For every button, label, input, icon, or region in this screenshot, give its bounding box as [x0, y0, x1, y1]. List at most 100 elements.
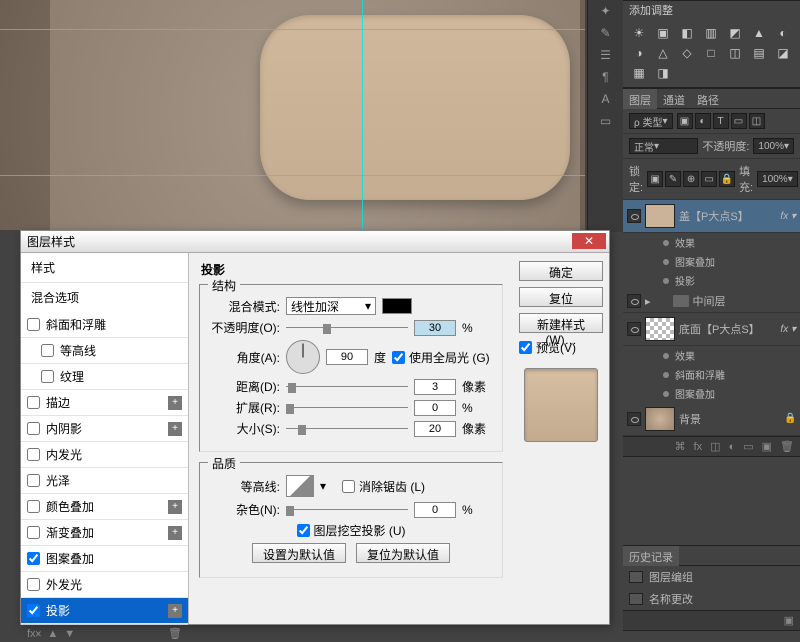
tool-icon[interactable]: ¶ [588, 66, 623, 88]
move-up-icon[interactable]: ▲ [47, 628, 58, 640]
disclosure-icon[interactable]: ▸ [645, 295, 651, 308]
ok-button[interactable]: 确定 [519, 261, 603, 281]
fx-badge[interactable]: fx ▾ [780, 211, 796, 222]
dialog-titlebar[interactable]: 图层样式 ✕ [21, 231, 609, 253]
adjustment-icon[interactable]: ◩ [725, 25, 745, 41]
group-icon[interactable]: ▭ [743, 440, 753, 453]
style-item-描边[interactable]: 描边+ [21, 390, 188, 416]
layer-group[interactable]: ▸中间层 [623, 290, 800, 313]
layer-thumbnail[interactable] [645, 407, 675, 431]
filter-kind-select[interactable]: ρ 类型 ▾ [629, 113, 673, 129]
blend-mode-select[interactable]: 线性加深▾ [286, 297, 376, 315]
tab-history[interactable]: 历史记录 [623, 546, 679, 566]
knockout-checkbox[interactable]: 图层挖空投影 (U) [297, 522, 406, 539]
lock-option-icon[interactable]: ✎ [665, 171, 681, 187]
tab-路径[interactable]: 路径 [691, 89, 725, 108]
fx-badge[interactable]: fx ▾ [780, 324, 796, 335]
adjustment-icon[interactable]: ◐ [773, 25, 793, 41]
shadow-color-swatch[interactable] [382, 298, 412, 314]
preview-checkbox[interactable]: 预览(V) [519, 339, 603, 356]
style-item-图案叠加[interactable]: 图案叠加 [21, 546, 188, 572]
adjustment-icon[interactable]: ◧ [677, 25, 697, 41]
tab-通道[interactable]: 通道 [657, 89, 691, 108]
mask-icon[interactable]: ◫ [710, 440, 720, 453]
visibility-toggle-icon[interactable] [627, 412, 641, 426]
add-instance-icon[interactable]: + [168, 604, 182, 618]
move-down-icon[interactable]: ▼ [64, 628, 75, 640]
noise-slider[interactable] [286, 504, 408, 516]
layer-thumbnail[interactable] [645, 204, 675, 228]
style-item-内阴影[interactable]: 内阴影+ [21, 416, 188, 442]
spread-slider[interactable] [286, 402, 408, 414]
adjustment-icon[interactable]: ◨ [653, 65, 673, 81]
fx-menu-icon[interactable]: fx᰽ [27, 625, 41, 642]
add-instance-icon[interactable]: + [168, 396, 182, 410]
history-item[interactable]: 名称更改 [623, 588, 800, 610]
opacity-slider[interactable] [286, 322, 408, 334]
visibility-toggle-icon[interactable] [627, 322, 641, 336]
layer-fill-input[interactable]: 100% ▾ [757, 171, 798, 187]
angle-input[interactable]: 90 [326, 349, 368, 365]
filter-kind-icon[interactable]: ▣ [677, 113, 693, 129]
adjustment-icon[interactable]: □ [701, 45, 721, 61]
add-instance-icon[interactable]: + [168, 526, 182, 540]
layer-row[interactable]: 盖【P大点S】fx ▾ [623, 200, 800, 233]
adjustment-icon[interactable]: ▥ [701, 25, 721, 41]
adjustment-layer-icon[interactable]: ◐ [729, 441, 736, 453]
layer-effect-item[interactable]: 斜面和浮雕 [623, 365, 800, 384]
filter-kind-icon[interactable]: ◫ [749, 113, 765, 129]
angle-wheel[interactable] [286, 340, 320, 374]
reset-default-button[interactable]: 复位为默认值 [356, 543, 450, 563]
visibility-toggle-icon[interactable] [627, 294, 641, 308]
adjustment-icon[interactable]: ▤ [749, 45, 769, 61]
style-item-外发光[interactable]: 外发光 [21, 572, 188, 598]
layer-row[interactable]: 底面【P大点S】fx ▾ [623, 313, 800, 346]
style-item-光泽[interactable]: 光泽 [21, 468, 188, 494]
tool-icon[interactable]: ✎ [588, 22, 623, 44]
style-item-内发光[interactable]: 内发光 [21, 442, 188, 468]
close-button[interactable]: ✕ [572, 233, 606, 249]
style-item-等高线[interactable]: 等高线 [21, 338, 188, 364]
filter-kind-icon[interactable]: T [713, 113, 729, 129]
add-instance-icon[interactable]: + [168, 422, 182, 436]
layer-effect-item[interactable]: 图案叠加 [623, 384, 800, 403]
history-icon[interactable]: ▣ [784, 614, 794, 627]
adjustment-icon[interactable]: ◑ [629, 45, 649, 61]
tool-icon[interactable]: A [588, 88, 623, 110]
style-item-纹理[interactable]: 纹理 [21, 364, 188, 390]
spread-input[interactable]: 0 [414, 400, 456, 416]
tab-图层[interactable]: 图层 [623, 89, 657, 109]
trash-icon[interactable]: 🗑 [780, 440, 794, 453]
filter-kind-icon[interactable]: ◐ [695, 113, 711, 129]
antialias-checkbox[interactable]: 消除锯齿 (L) [342, 478, 425, 495]
contour-picker[interactable] [286, 475, 314, 497]
style-item-投影[interactable]: 投影+ [21, 598, 188, 624]
tool-icon[interactable]: ☰ [588, 44, 623, 66]
trash-icon[interactable]: 🗑 [168, 627, 182, 640]
fx-icon[interactable]: fx [694, 441, 703, 453]
layer-effect-item[interactable]: 效果 [623, 346, 800, 365]
new-layer-icon[interactable]: ▣ [762, 440, 772, 453]
blend-options-header[interactable]: 混合选项 [21, 282, 188, 312]
tool-icon[interactable]: ✦ [588, 0, 623, 22]
lock-option-icon[interactable]: ▣ [647, 171, 663, 187]
lock-option-icon[interactable]: 🔒 [719, 171, 735, 187]
make-default-button[interactable]: 设置为默认值 [252, 543, 346, 563]
adjustment-icon[interactable]: ▦ [629, 65, 649, 81]
adjustment-icon[interactable]: ▣ [653, 25, 673, 41]
adjustment-icon[interactable]: ▲ [749, 25, 769, 41]
layer-effect-item[interactable]: 效果 [623, 233, 800, 252]
adjustment-icon[interactable]: ◪ [773, 45, 793, 61]
style-item-渐变叠加[interactable]: 渐变叠加+ [21, 520, 188, 546]
styles-header[interactable]: 样式 [21, 253, 188, 282]
lock-option-icon[interactable]: ▭ [701, 171, 717, 187]
new-style-button[interactable]: 新建样式(W)… [519, 313, 603, 333]
layer-thumbnail[interactable] [645, 317, 675, 341]
adjustment-icon[interactable]: ☀ [629, 25, 649, 41]
layer-effect-item[interactable]: 图案叠加 [623, 252, 800, 271]
style-item-斜面和浮雕[interactable]: 斜面和浮雕 [21, 312, 188, 338]
adjustment-icon[interactable]: ◫ [725, 45, 745, 61]
adjustment-icon[interactable]: ◇ [677, 45, 697, 61]
layer-effect-item[interactable]: 投影 [623, 271, 800, 290]
distance-slider[interactable] [286, 381, 408, 393]
